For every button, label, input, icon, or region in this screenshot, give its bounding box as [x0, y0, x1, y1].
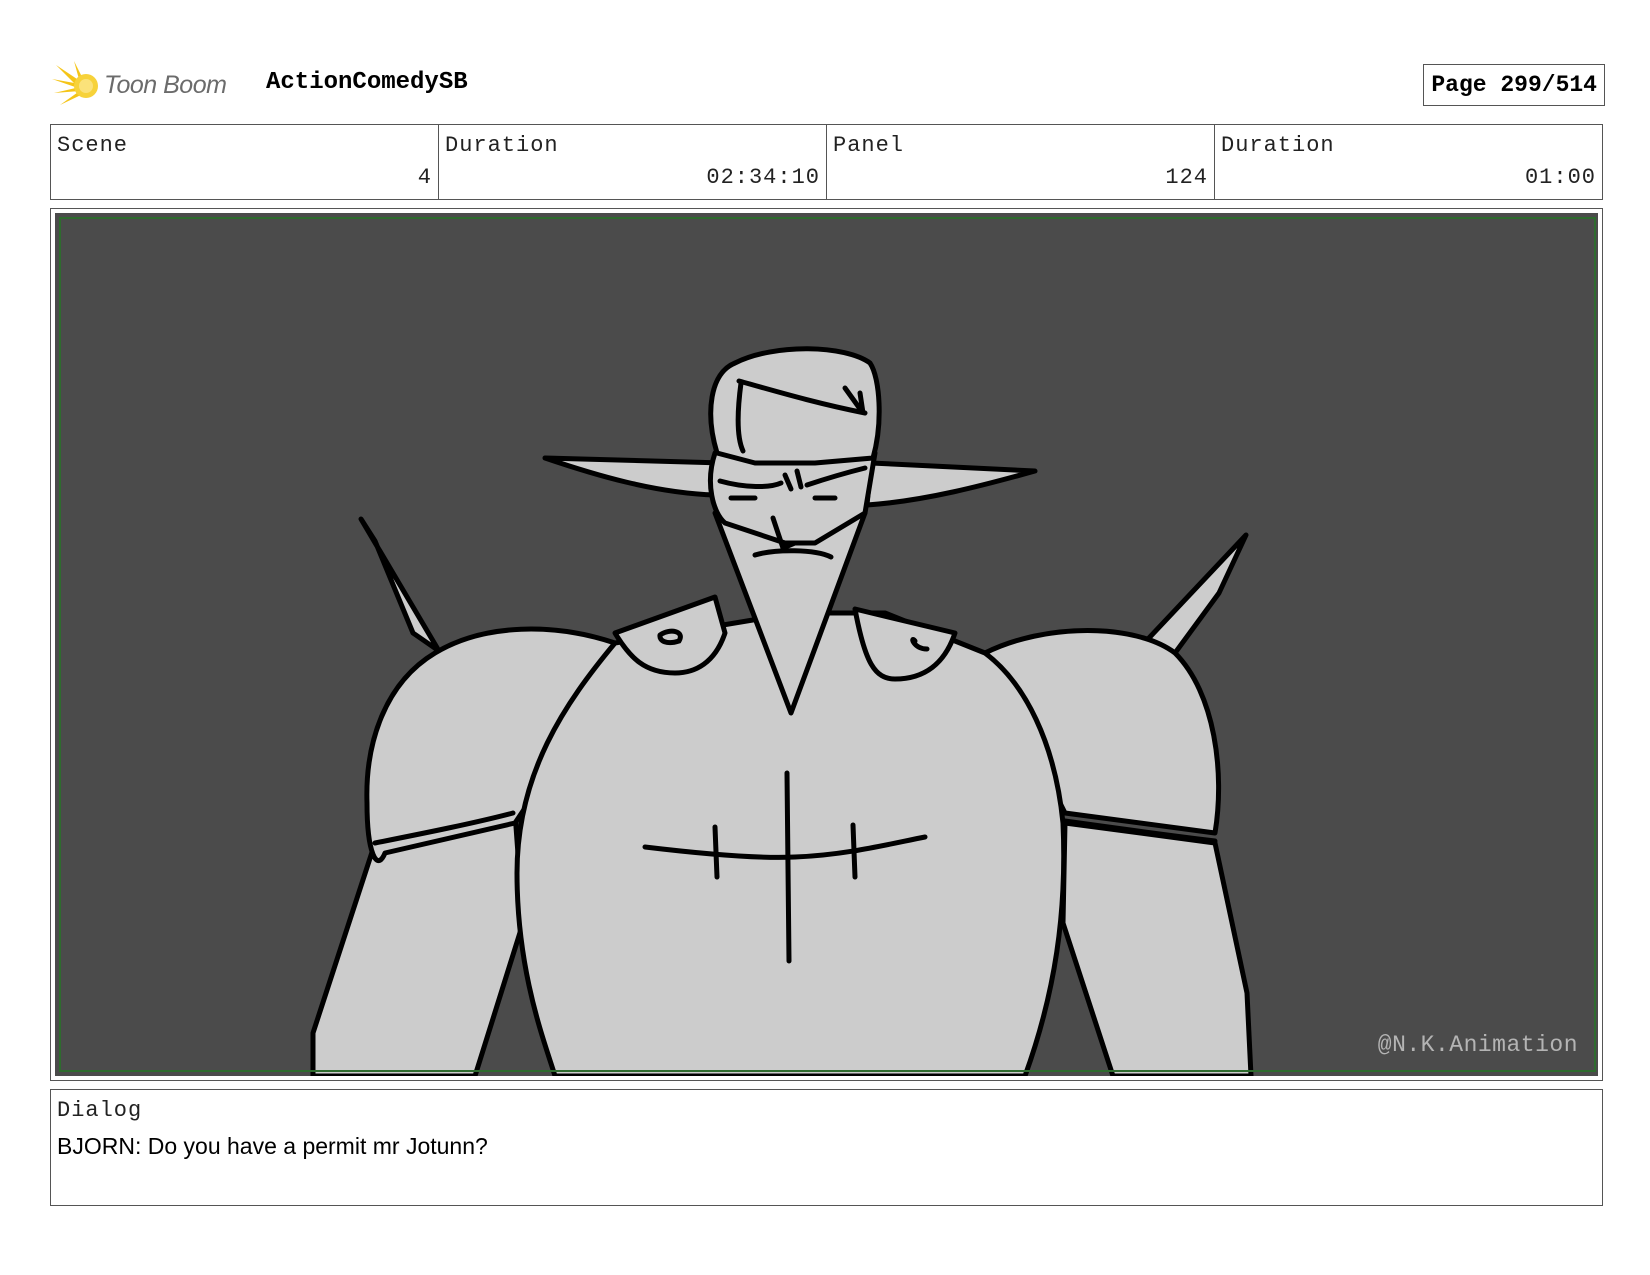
dialog-box: Dialog BJORN: Do you have a permit mr Jo… — [50, 1089, 1603, 1206]
project-title: ActionComedySB — [266, 69, 468, 96]
panel-duration-cell: Duration 01:00 — [1215, 125, 1602, 199]
scene-cell: Scene 4 — [51, 125, 439, 199]
character-sketch — [310, 346, 1254, 1076]
watermark: @N.K.Animation — [1377, 1032, 1578, 1058]
panel-cell: Panel 124 — [827, 125, 1215, 199]
scene-label: Scene — [57, 133, 129, 158]
left-shoulder-spike — [358, 516, 442, 654]
panel-label: Panel — [833, 133, 905, 158]
panel-duration-value: 01:00 — [1524, 165, 1596, 190]
page-number: Page 299/514 — [1423, 64, 1605, 106]
panel-drawing: @N.K.Animation — [55, 213, 1598, 1076]
right-ear — [864, 460, 1038, 508]
toon-boom-logo: Toon Boom — [50, 59, 227, 111]
right-arm — [1060, 820, 1254, 1076]
scene-duration-value: 02:34:10 — [706, 165, 820, 190]
scene-value: 4 — [417, 165, 432, 190]
dialog-text: BJORN: Do you have a permit mr Jotunn? — [57, 1133, 488, 1159]
starburst-icon — [52, 61, 98, 105]
scene-duration-label: Duration — [445, 133, 559, 158]
scene-info-table: Scene 4 Duration 02:34:10 Panel 124 Dura… — [50, 124, 1603, 200]
left-arm — [310, 810, 526, 1076]
hair — [708, 346, 882, 466]
logo-text: Toon Boom — [104, 70, 227, 99]
right-shoulder-spike — [1145, 532, 1249, 656]
panel-value: 124 — [1165, 165, 1208, 190]
dialog-label: Dialog — [57, 1098, 143, 1123]
left-ear — [542, 455, 726, 498]
page-header: Toon Boom ActionComedySB Page 299/514 — [50, 55, 1605, 115]
storyboard-panel: @N.K.Animation — [50, 208, 1603, 1081]
scene-duration-cell: Duration 02:34:10 — [439, 125, 827, 199]
panel-duration-label: Duration — [1221, 133, 1335, 158]
